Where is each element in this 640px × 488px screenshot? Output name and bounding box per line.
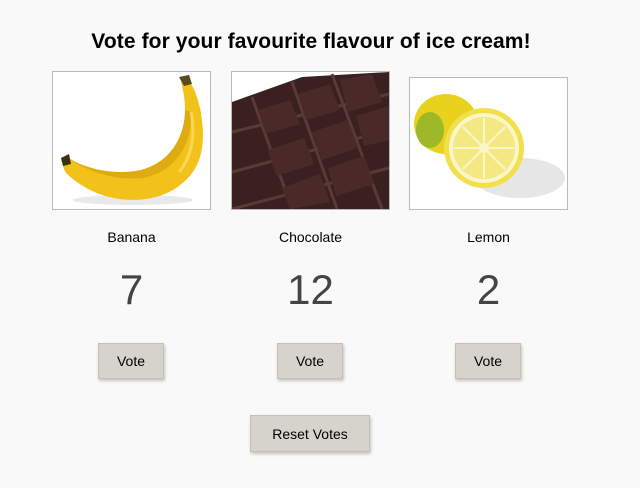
vote-count: 7 [119,266,144,313]
vote-count: 12 [287,266,334,313]
reset-votes-button[interactable]: Reset Votes [250,415,370,452]
vote-button-banana[interactable]: Vote [98,343,164,379]
vote-count: 2 [476,266,501,313]
banana-image [52,71,211,210]
flavour-card-lemon: Lemon 2 Vote [409,0,569,488]
vote-button-lemon[interactable]: Vote [455,343,521,379]
flavour-label: Banana [107,229,156,245]
vote-button-chocolate[interactable]: Vote [277,343,343,379]
flavour-card-banana: Banana 7 Vote [52,0,212,488]
lemon-image [409,77,568,210]
flavour-label: Chocolate [278,229,343,245]
flavour-label: Lemon [467,229,510,245]
chocolate-image [231,71,390,210]
